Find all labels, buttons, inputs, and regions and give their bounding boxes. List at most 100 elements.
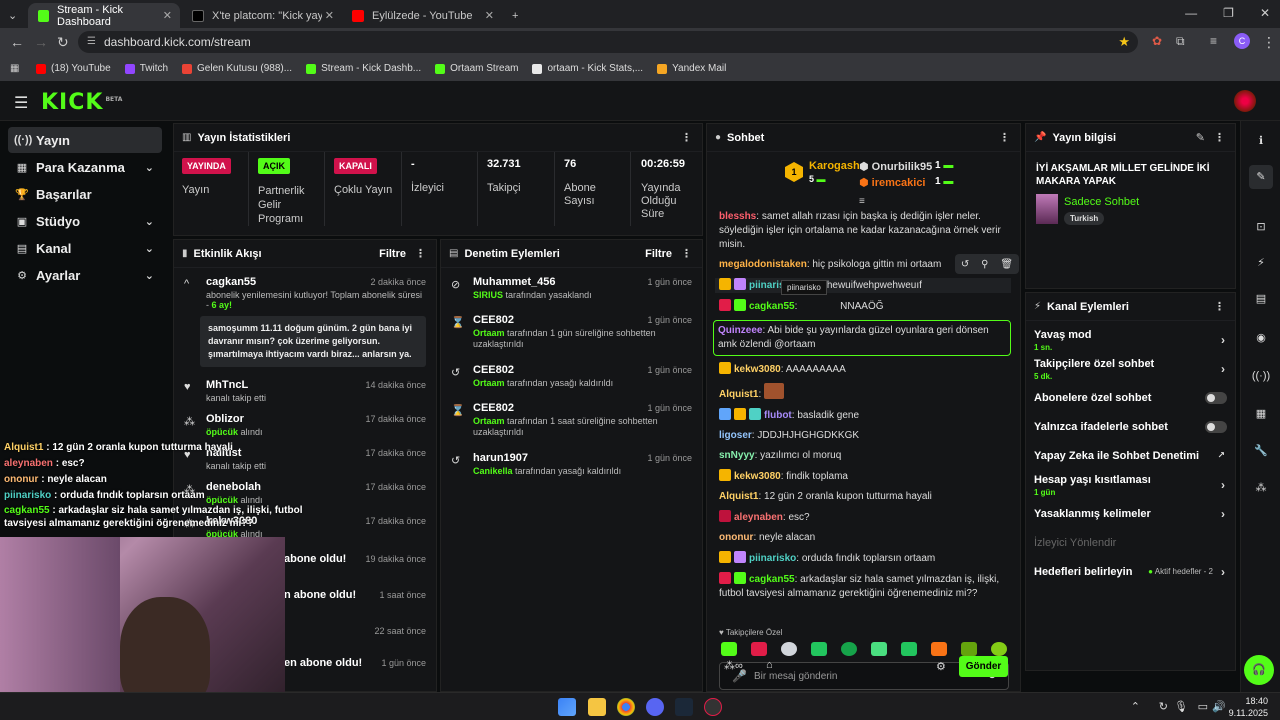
more-icon[interactable]: ⋮ — [999, 131, 1010, 144]
delete-icon[interactable]: 🗑 — [1000, 259, 1013, 270]
steam-icon[interactable] — [675, 698, 693, 716]
obs-icon[interactable] — [704, 698, 722, 716]
send-button[interactable]: Gönder — [959, 656, 1008, 677]
chrome-icon[interactable] — [617, 698, 635, 716]
apps-grid-icon[interactable]: ▦ — [10, 63, 19, 74]
close-tab-icon[interactable]: ✕ — [163, 9, 172, 22]
site-info-icon[interactable]: ☰ — [87, 31, 96, 53]
emote-icon[interactable] — [991, 642, 1007, 656]
tab-x-post[interactable]: X'te platcom: "Kick yayıncısı ve... ✕ — [182, 3, 342, 28]
sidebar-item-ayarlar[interactable]: ⚙ Ayarlar ⌄ — [8, 262, 162, 288]
action-raid[interactable]: İzleyici Yönlendir — [1026, 528, 1237, 557]
emote-icon[interactable] — [841, 642, 857, 656]
timeout-icon[interactable]: ↺ — [961, 259, 969, 270]
chevron-up-icon[interactable]: ^ — [184, 278, 198, 290]
reload-icon[interactable]: ↻ — [57, 34, 69, 51]
sidebar-item-para-kazanma[interactable]: ▦ Para Kazanma ⌄ — [8, 154, 162, 180]
sidebar-item-yayin[interactable]: ((·)) Yayın — [8, 127, 162, 153]
extensions-puzzle-icon[interactable]: ⧉ — [1176, 34, 1185, 49]
filter-button[interactable]: Filtre — [645, 248, 672, 260]
store-icon[interactable]: ⌂ — [766, 659, 773, 671]
user-avatar[interactable] — [1234, 90, 1256, 112]
close-tab-icon[interactable]: ✕ — [485, 9, 494, 22]
minimize-icon[interactable]: — — [1185, 6, 1197, 20]
category-thumbnail[interactable] — [1036, 194, 1058, 224]
expand-icon[interactable]: ⊡ — [1249, 215, 1273, 239]
toggle-switch[interactable] — [1205, 391, 1227, 404]
menu-dots-icon[interactable]: ⋮ — [1262, 34, 1276, 51]
top-gifter-name[interactable]: Karogash — [809, 160, 860, 172]
more-icon[interactable]: ⋮ — [1214, 131, 1225, 144]
monitor-icon[interactable]: ▭ — [1198, 700, 1208, 713]
gifter-2[interactable]: ⬢ Onurbilik95 — [859, 160, 932, 173]
media-icon[interactable]: ≡ — [1210, 34, 1217, 48]
hamburger-menu-icon[interactable]: ☰ — [14, 93, 28, 113]
settings-gear-icon[interactable]: ⚙ — [936, 660, 946, 673]
more-icon[interactable]: ⋮ — [681, 131, 692, 144]
emote-icon[interactable] — [811, 642, 827, 656]
forward-icon[interactable]: → — [34, 34, 48, 50]
action-follower-only[interactable]: Takipçilere özel sohbet 5 dk. › — [1026, 354, 1237, 383]
bookmark-gmail[interactable]: Gelen Kutusu (988)... — [182, 63, 292, 74]
bookmark-kick-stats[interactable]: ortaam - Kick Stats,... — [532, 63, 643, 74]
filter-button[interactable]: Filtre — [379, 248, 406, 260]
toggle-switch[interactable] — [1205, 420, 1227, 433]
wrench-icon[interactable]: 🔧 — [1249, 439, 1273, 463]
bolt-icon[interactable]: ⚡ — [1249, 251, 1273, 275]
sidebar-item-basarilar[interactable]: 🏆 Başarılar — [8, 181, 162, 207]
clipboard-icon[interactable]: ▤ — [1249, 287, 1273, 311]
community-icon[interactable]: ⁂∞ — [724, 659, 743, 672]
tray-chevron-icon[interactable]: ⌃ — [1131, 700, 1140, 713]
system-clock[interactable]: 18:40 9.11.2025 — [1229, 695, 1268, 719]
pin-icon[interactable]: ⚲ — [981, 259, 988, 270]
more-icon[interactable]: ⋮ — [1214, 300, 1225, 313]
action-ai-moderation[interactable]: Yapay Zeka ile Sohbet Denetimi ↗ — [1026, 441, 1237, 470]
bookmark-twitch[interactable]: Twitch — [124, 63, 168, 74]
sidebar-item-studyo[interactable]: ▣ Stüdyo ⌄ — [8, 208, 162, 234]
bookmark-kick-dashboard[interactable]: Stream - Kick Dashb... — [306, 63, 421, 74]
chat-icon[interactable]: ◉ — [1249, 326, 1273, 350]
action-account-age[interactable]: Hesap yaşı kısıtlaması 1 gün › — [1026, 470, 1237, 499]
apps-icon[interactable]: ⁂ — [1249, 476, 1273, 500]
category-link[interactable]: Sadece Sohbet — [1064, 196, 1139, 208]
maximize-icon[interactable]: ❐ — [1223, 6, 1234, 20]
emote-icon[interactable] — [901, 642, 917, 656]
extension-icon[interactable]: ✿ — [1152, 34, 1162, 48]
emote-icon[interactable] — [871, 642, 887, 656]
file-explorer-icon[interactable] — [588, 698, 606, 716]
microphone-tray-icon[interactable]: 🎙 — [1174, 700, 1188, 713]
start-icon[interactable] — [558, 698, 576, 716]
emote-icon[interactable] — [721, 642, 737, 656]
emote-icon[interactable] — [931, 642, 947, 656]
tag-badge[interactable]: Turkish — [1064, 212, 1105, 225]
action-slow-mode[interactable]: Yavaş mod 1 sn. › — [1026, 325, 1237, 354]
edit-icon[interactable]: ✎ — [1249, 165, 1273, 189]
sidebar-item-kanal[interactable]: ▤ Kanal ⌄ — [8, 235, 162, 261]
edit-pencil-icon[interactable]: ✎ — [1196, 131, 1205, 144]
more-icon[interactable]: ⋮ — [415, 247, 426, 260]
new-tab-button[interactable]: + — [502, 3, 526, 28]
broadcast-icon[interactable]: ((·)) — [1249, 364, 1273, 388]
bookmark-youtube[interactable]: (18) YouTube — [36, 63, 111, 74]
support-headset-icon[interactable]: 🎧 — [1244, 655, 1274, 685]
back-icon[interactable]: ← — [10, 34, 24, 50]
discord-icon[interactable] — [646, 698, 664, 716]
bookmark-ortaam-stream[interactable]: Ortaam Stream — [435, 63, 518, 74]
emote-icon[interactable] — [751, 642, 767, 656]
url-field[interactable]: ☰ dashboard.kick.com/stream ★ — [78, 31, 1138, 53]
bookmark-star-icon[interactable]: ★ — [1118, 31, 1130, 53]
gifter-3[interactable]: ⬢ iremcakici — [859, 176, 926, 189]
action-goals[interactable]: Hedefleri belirleyin ● Aktif hedefler - 2… — [1026, 557, 1237, 586]
tab-kick-dashboard[interactable]: Stream - Kick Dashboard ✕ — [28, 3, 180, 28]
filter-lines-icon[interactable]: ≡ — [859, 196, 865, 207]
action-emote-only[interactable]: Yalnızca ifadelerle sohbet — [1026, 412, 1237, 441]
emote-icon[interactable] — [961, 642, 977, 656]
kick-logo[interactable]: KICK BETA — [41, 90, 122, 115]
info-icon[interactable]: ℹ — [1249, 129, 1273, 153]
emote-icon[interactable] — [781, 642, 797, 656]
volume-icon[interactable]: 🔊 — [1212, 700, 1226, 713]
action-banned-words[interactable]: Yasaklanmış kelimeler › — [1026, 499, 1237, 528]
layout-icon[interactable]: ▦ — [1249, 402, 1273, 426]
tab-youtube[interactable]: Eylülzede - YouTube ✕ — [342, 3, 502, 28]
tab-search-icon[interactable]: ⌄ — [0, 3, 28, 28]
